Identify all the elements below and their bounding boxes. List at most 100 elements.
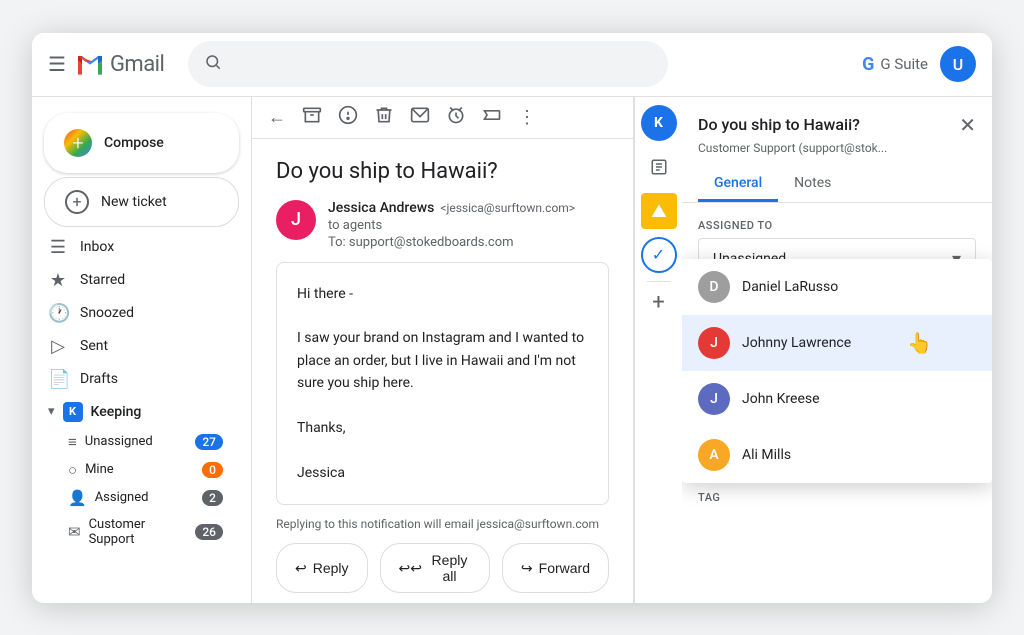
agent-item-kreese[interactable]: J John Kreese [682, 371, 992, 427]
new-ticket-button[interactable]: + New ticket [44, 177, 239, 227]
unassigned-icon: ≡ [68, 433, 77, 451]
search-bar[interactable] [188, 41, 668, 87]
email-body: Do you ship to Hawaii? J Jessica Andrews… [252, 139, 633, 603]
assigned-label: Assigned [95, 490, 194, 505]
email-meta: J Jessica Andrews <jessica@surftown.com>… [276, 200, 609, 250]
keeping-label: Keeping [91, 404, 142, 420]
mini-alert-icon[interactable] [641, 193, 677, 229]
mini-check-icon[interactable]: ✓ [641, 237, 677, 273]
keeping-section[interactable]: ▾ K Keeping [32, 396, 251, 428]
customer-support-label: Customer Support [89, 517, 188, 547]
email-thanks: Thanks, [297, 417, 588, 439]
sidebar-item-drafts[interactable]: 📄 Drafts [32, 363, 235, 396]
reply-button[interactable]: ↩ Reply [276, 543, 368, 593]
unassigned-label: Unassigned [85, 434, 188, 449]
customer-support-badge: 26 [195, 524, 223, 540]
action-buttons: ↩ Reply ↩↩ Reply all ↪ Forward [276, 543, 609, 593]
sender-email: <jessica@surftown.com> [440, 201, 575, 215]
keeping-icon: K [63, 402, 83, 422]
gmail-label: Gmail [110, 52, 164, 77]
unassigned-badge: 27 [195, 434, 223, 450]
agent-avatar-johnny: J [698, 327, 730, 359]
to-address-line: To: support@stokedboards.com [328, 235, 609, 250]
forward-icon: ↪ [521, 560, 533, 577]
email-toolbar: ← ⋮ [252, 97, 633, 139]
main-content: + Compose + New ticket ☰ Inbox ★ Starred… [32, 97, 992, 603]
sidebar-item-inbox[interactable]: ☰ Inbox [32, 231, 235, 264]
top-right-controls: G G Suite U [862, 46, 976, 82]
assigned-icon: 👤 [68, 489, 87, 507]
gsuite-label: G Suite [880, 55, 928, 73]
gmail-m-icon [74, 48, 106, 80]
panel-close-button[interactable]: ✕ [959, 113, 976, 137]
sidebar-item-sent[interactable]: ▷ Sent [32, 330, 235, 363]
panel-header: Do you ship to Hawaii? ✕ Customer Suppor… [682, 97, 992, 203]
mini-keeping-icon[interactable]: K [641, 105, 677, 141]
starred-label: Starred [80, 272, 223, 288]
sidebar-item-assigned[interactable]: 👤 Assigned 2 [32, 484, 235, 512]
search-input[interactable] [230, 55, 652, 73]
gsuite-badge: G G Suite [862, 54, 928, 75]
top-bar: ☰ Gmail G [32, 33, 992, 97]
archive-icon[interactable] [302, 105, 322, 130]
report-icon[interactable] [338, 105, 358, 130]
label-icon[interactable] [482, 105, 502, 130]
reply-notice: Replying to this notification will email… [276, 517, 609, 531]
tab-general[interactable]: General [698, 167, 778, 202]
sidebar: + Compose + New ticket ☰ Inbox ★ Starred… [32, 97, 252, 603]
mini-add-icon[interactable]: + [652, 290, 664, 315]
mini-list-icon[interactable] [641, 149, 677, 185]
mark-unread-icon[interactable] [410, 105, 430, 130]
drafts-label: Drafts [80, 371, 223, 387]
agent-dropdown-popup: D Daniel LaRusso J Johnny Lawrence 👆 J J… [682, 259, 992, 483]
sent-label: Sent [80, 338, 223, 354]
agent-item-johnny[interactable]: J Johnny Lawrence 👆 [682, 315, 992, 371]
star-icon: ★ [48, 270, 68, 291]
email-greeting: Hi there - [297, 283, 588, 305]
compose-plus-icon: + [64, 129, 92, 157]
more-icon[interactable]: ⋮ [518, 107, 536, 128]
sent-icon: ▷ [48, 336, 68, 357]
mine-label: Mine [85, 462, 194, 477]
panel-subtitle: Customer Support (support@stok... [698, 141, 976, 155]
agent-item-ali[interactable]: A Ali Mills [682, 427, 992, 483]
sidebar-item-customer-support[interactable]: ✉ Customer Support 26 [32, 512, 235, 552]
new-ticket-label: New ticket [101, 194, 167, 210]
tag-label: TAG [698, 491, 976, 504]
compose-button[interactable]: + Compose [44, 113, 239, 173]
sidebar-item-starred[interactable]: ★ Starred [32, 264, 235, 297]
tab-notes[interactable]: Notes [778, 167, 847, 202]
compose-label: Compose [104, 135, 164, 151]
inbox-label: Inbox [80, 239, 223, 255]
back-icon[interactable]: ← [268, 107, 286, 128]
agent-avatar-kreese: J [698, 383, 730, 415]
reply-label: Reply [313, 560, 349, 576]
menu-icon[interactable]: ☰ [48, 52, 66, 76]
agent-name-daniel: Daniel LaRusso [742, 279, 838, 295]
panel-body: ASSIGNED TO Unassigned ▾ D Daniel LaRuss… [682, 203, 992, 603]
inbox-icon: ☰ [48, 237, 68, 258]
customer-support-icon: ✉ [68, 523, 81, 541]
right-panel: Do you ship to Hawaii? ✕ Customer Suppor… [682, 97, 992, 603]
sender-info: Jessica Andrews <jessica@surftown.com> t… [328, 200, 609, 250]
email-body-text: I saw your brand on Instagram and I want… [297, 327, 588, 394]
assigned-badge: 2 [202, 490, 223, 506]
sidebar-item-unassigned[interactable]: ≡ Unassigned 27 [32, 428, 235, 456]
agent-name-ali: Ali Mills [742, 447, 791, 463]
snoozed-label: Snoozed [80, 305, 223, 321]
email-subject: Do you ship to Hawaii? [276, 159, 609, 184]
sidebar-item-mine[interactable]: ○ Mine 0 [32, 456, 235, 484]
sidebar-item-snoozed[interactable]: 🕐 Snoozed [32, 297, 235, 330]
snooze-icon[interactable] [446, 105, 466, 130]
keeping-chevron: ▾ [48, 404, 55, 419]
reply-all-button[interactable]: ↩↩ Reply all [380, 543, 490, 593]
user-avatar[interactable]: U [940, 46, 976, 82]
panel-tabs: General Notes [698, 167, 976, 202]
email-content: Hi there - I saw your brand on Instagram… [276, 262, 609, 506]
trash-icon[interactable] [374, 105, 394, 130]
forward-button[interactable]: ↪ Forward [502, 543, 609, 593]
email-view: ← ⋮ [252, 97, 634, 603]
sender-avatar: J [276, 200, 316, 240]
agent-item-daniel[interactable]: D Daniel LaRusso [682, 259, 992, 315]
snoozed-icon: 🕐 [48, 303, 68, 324]
